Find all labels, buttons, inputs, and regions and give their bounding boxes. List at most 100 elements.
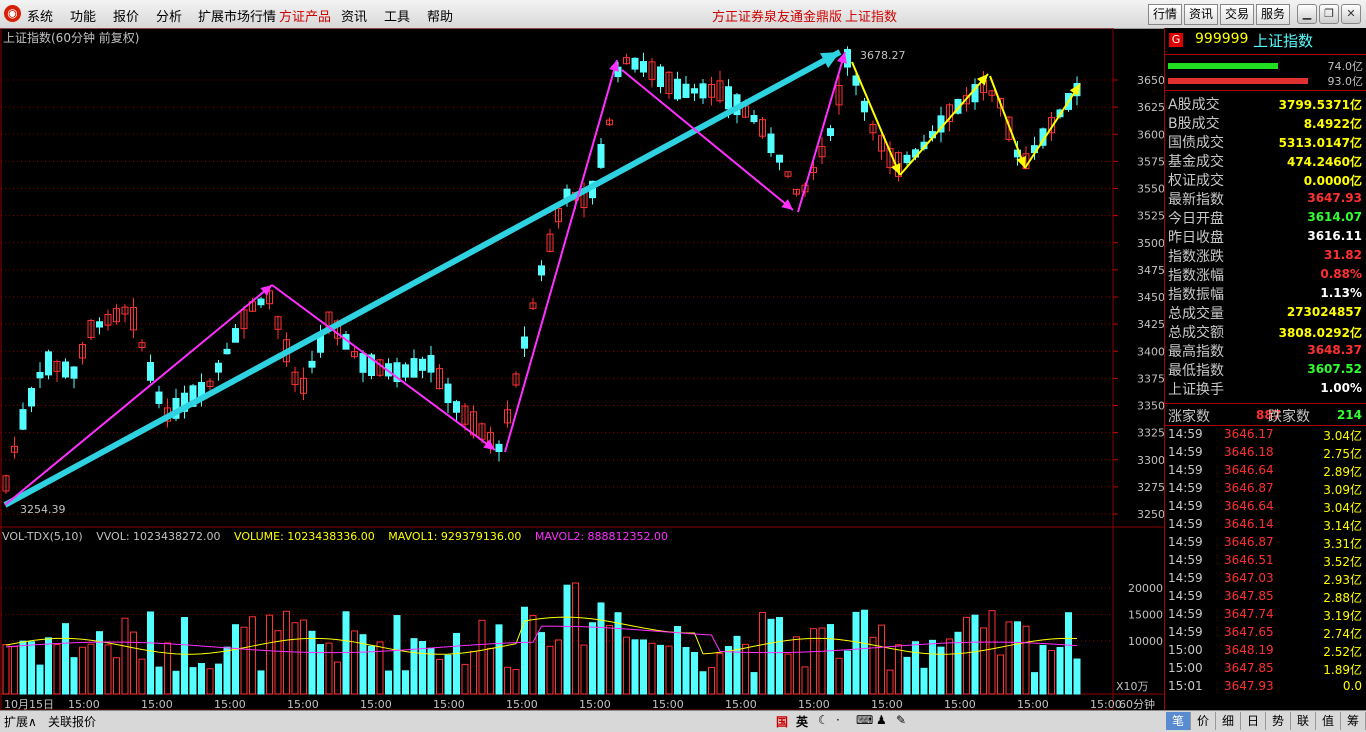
- mavol1-value: MAVOL1: 929379136.00: [388, 530, 522, 543]
- volume-bar: [640, 639, 647, 695]
- minimize-icon[interactable]: ▁: [1297, 4, 1317, 24]
- panel-tab[interactable]: 笔: [1166, 712, 1191, 730]
- volume-legend: VOL-TDX(5,10) VVOL: 1023438272.00 VOLUME…: [2, 530, 678, 543]
- menu-quote[interactable]: 报价: [113, 6, 139, 25]
- tick-price: 3646.14: [1224, 517, 1274, 531]
- menu-function[interactable]: 功能: [70, 6, 96, 25]
- volume-bar: [113, 657, 120, 695]
- dot-icon[interactable]: ·: [836, 713, 840, 727]
- app-logo-icon[interactable]: ◉: [4, 5, 21, 22]
- volume-bar: [538, 632, 545, 695]
- tick-price: 3646.64: [1224, 463, 1274, 477]
- volume-bar: [223, 646, 231, 695]
- volume-bar: [444, 654, 452, 695]
- related-quote-button[interactable]: 关联报价: [48, 713, 96, 730]
- menu-products[interactable]: 方证产品: [279, 6, 331, 25]
- security-code: 999999: [1195, 31, 1249, 47]
- candle-body: [70, 366, 78, 379]
- panel-tab[interactable]: 联: [1291, 712, 1316, 730]
- user-icon[interactable]: ♟: [876, 713, 887, 727]
- stat-value: 3648.37: [1307, 343, 1362, 357]
- panel-tab[interactable]: 细: [1216, 712, 1241, 730]
- service-button[interactable]: 服务: [1256, 4, 1290, 25]
- menu-extended-market[interactable]: 扩展市场行情: [198, 6, 276, 25]
- volume-bar: [648, 642, 656, 695]
- volume-bar: [589, 622, 596, 695]
- ime-mode-en[interactable]: 英: [796, 713, 808, 730]
- tick-row: 14:59 3646.87 3.31亿: [1168, 535, 1364, 553]
- candle-body: [453, 401, 460, 413]
- menu-news[interactable]: 资讯: [341, 6, 367, 25]
- volume-bar: [776, 617, 783, 695]
- stat-label: 国债成交: [1168, 135, 1224, 151]
- volume-bar: [351, 630, 358, 695]
- panel-tab[interactable]: 筹: [1341, 712, 1366, 730]
- tick-time: 14:59: [1168, 589, 1203, 603]
- moon-icon[interactable]: ☾: [818, 713, 829, 727]
- candle-body: [402, 364, 409, 378]
- volume-bar: [1014, 621, 1021, 695]
- volume-bar: [121, 617, 129, 695]
- candle-body: [750, 114, 758, 123]
- tick-amount: 3.04亿: [1323, 501, 1362, 515]
- volume-bar: [631, 639, 639, 695]
- tick-price: 3647.03: [1224, 571, 1274, 585]
- tick-row: 14:59 3646.64 3.04亿: [1168, 499, 1364, 517]
- quote-button[interactable]: 行情: [1148, 4, 1182, 25]
- volume-bar: [436, 658, 443, 695]
- trade-button[interactable]: 交易: [1220, 4, 1254, 25]
- volume-bar: [529, 615, 537, 695]
- volume-bar: [920, 667, 928, 695]
- volume-bar: [733, 635, 741, 695]
- panel-tab[interactable]: 值: [1316, 712, 1341, 730]
- menu-analysis[interactable]: 分析: [156, 6, 182, 25]
- menu-help[interactable]: 帮助: [427, 6, 453, 25]
- kline-chart[interactable]: 3650 3625 3600 3575 3550 3525 3500 3475 3450 3425…: [0, 28, 1164, 710]
- candle-body: [96, 321, 103, 328]
- stat-label: 最高指数: [1168, 344, 1224, 360]
- tick-row: 14:59 3646.14 3.14亿: [1168, 517, 1364, 535]
- low-price-label: 3254.39: [20, 503, 66, 516]
- time-axis-label: 15:00: [360, 698, 392, 710]
- price-axis-label: 3275: [1137, 481, 1164, 494]
- stat-value: 8.4922亿: [1303, 117, 1362, 131]
- tick-amount: 3.52亿: [1323, 555, 1362, 569]
- menu-system[interactable]: 系统: [27, 6, 53, 25]
- tick-time: 14:59: [1168, 607, 1203, 621]
- period-label: 60分钟: [1119, 697, 1155, 710]
- candle-body: [257, 298, 265, 306]
- stat-value: 273024857: [1286, 305, 1362, 319]
- security-name: 上证指数: [1253, 32, 1314, 50]
- volume-bar: [844, 650, 851, 695]
- volume-bar: [597, 602, 605, 695]
- expand-button[interactable]: 扩展∧: [4, 713, 37, 730]
- volume-bar: [971, 614, 979, 695]
- volume-bar: [368, 645, 375, 695]
- vol-indicator-name: VOL-TDX(5,10): [2, 530, 83, 543]
- wave-arrow-magenta: [504, 59, 618, 453]
- price-axis-label: 3600: [1137, 128, 1164, 141]
- time-axis-label: 15:00: [141, 698, 173, 710]
- volume-bar: [827, 624, 834, 695]
- stat-label: 权证成交: [1168, 173, 1224, 189]
- current-security-title: 上证指数: [845, 10, 898, 25]
- candle-body: [776, 154, 783, 163]
- news-button[interactable]: 资讯: [1184, 4, 1218, 25]
- tick-time: 14:59: [1168, 481, 1203, 495]
- candle-body: [232, 328, 239, 343]
- tool-icon[interactable]: ✎: [896, 713, 906, 727]
- panel-tab[interactable]: 日: [1241, 712, 1266, 730]
- panel-tab[interactable]: 势: [1266, 712, 1291, 730]
- stat-row: 权证成交 0.0000亿: [1168, 170, 1364, 189]
- keyboard-icon[interactable]: ⌨: [856, 713, 873, 727]
- menu-tools[interactable]: 工具: [384, 6, 410, 25]
- panel-tab[interactable]: 价: [1191, 712, 1216, 730]
- volume-bar: [623, 636, 630, 695]
- close-icon[interactable]: ✕: [1341, 4, 1361, 24]
- stat-row: 最低指数 3607.52: [1168, 360, 1364, 379]
- volume-bar: [385, 670, 392, 695]
- restore-icon[interactable]: ❐: [1319, 4, 1339, 24]
- ime-mode-cn[interactable]: 国: [776, 713, 788, 730]
- tick-row: 14:59 3646.51 3.52亿: [1168, 553, 1364, 571]
- volume-bar: [759, 611, 766, 695]
